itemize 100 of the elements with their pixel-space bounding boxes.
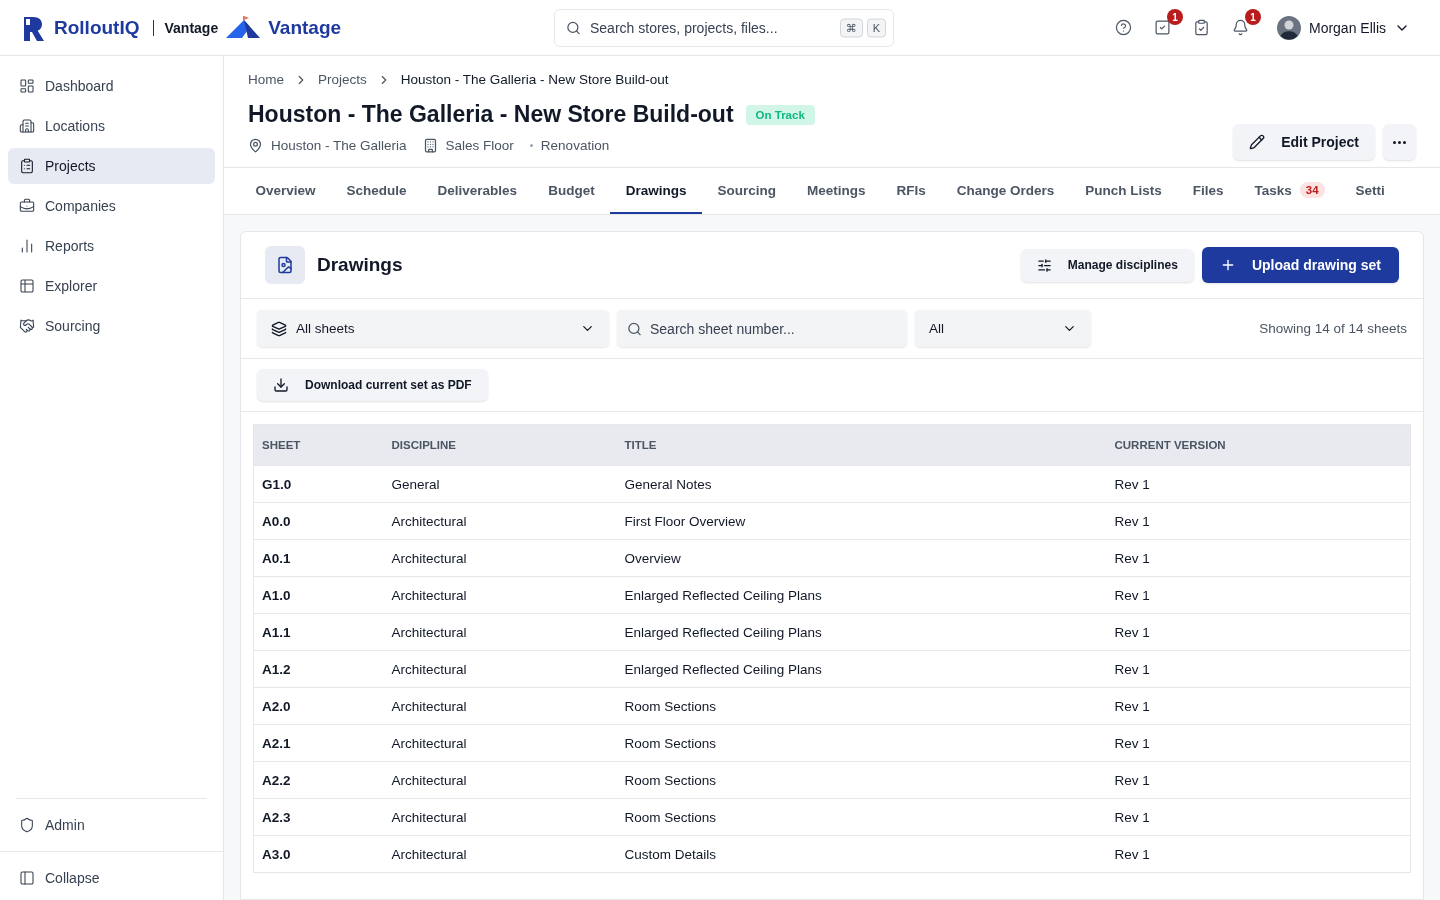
area-text: Sales Floor <box>445 138 514 153</box>
table-cell: First Floor Overview <box>616 502 1107 540</box>
table-cell: Rev 1 <box>1106 724 1411 762</box>
table-cell: Overview <box>616 539 1107 577</box>
table-cell: Rev 1 <box>1106 798 1411 836</box>
tab[interactable]: Change Orders <box>941 168 1070 214</box>
column-header: SHEET <box>253 424 384 466</box>
table-cell: A1.1 <box>253 613 384 651</box>
sidebar-item[interactable]: Explorer <box>8 268 215 304</box>
table-cell: Rev 1 <box>1106 502 1411 540</box>
tab[interactable]: Drawings <box>610 168 702 214</box>
avatar-icon <box>1276 15 1301 40</box>
pencil-icon <box>1249 134 1266 150</box>
table-cell: Architectural <box>383 576 617 614</box>
tab[interactable]: Deliverables <box>422 168 533 214</box>
table-cell: Architectural <box>383 761 617 799</box>
sheet-filter-dropdown[interactable]: All sheets <box>257 310 609 347</box>
tab[interactable]: Budget <box>532 168 611 214</box>
product-name: Vantage <box>153 19 219 36</box>
table-cell: A0.0 <box>253 502 384 540</box>
table-cell: General Notes <box>616 465 1107 503</box>
manage-disciplines-button[interactable]: Manage disciplines <box>1020 248 1194 282</box>
table-cell: A1.0 <box>253 576 384 614</box>
table-cell: Room Sections <box>616 761 1107 799</box>
bell-button[interactable] <box>1231 19 1249 36</box>
sidebar-item[interactable]: Projects <box>8 148 215 184</box>
card-title: Drawings <box>317 254 403 276</box>
separator-dot <box>529 144 533 147</box>
breadcrumb-link[interactable]: Projects <box>318 72 367 87</box>
building-icon <box>422 138 438 153</box>
table-cell: A2.0 <box>253 687 384 725</box>
sidebar-item[interactable]: Companies <box>8 188 215 224</box>
table-cell: Architectural <box>383 835 617 873</box>
handshake-icon <box>19 318 35 334</box>
sidebar-item[interactable]: Sourcing <box>8 308 215 344</box>
tab[interactable]: Tasks 34 <box>1239 168 1341 214</box>
table-cell: A0.1 <box>253 539 384 577</box>
mountain-logo-icon <box>226 15 261 40</box>
table-cell: Room Sections <box>616 724 1107 762</box>
tab[interactable]: Punch Lists <box>1069 168 1178 214</box>
logo-text: Vantage <box>268 16 342 39</box>
tab[interactable]: RFIs <box>880 168 942 214</box>
shield-icon <box>19 817 35 833</box>
clipboard-button[interactable] <box>1192 19 1210 36</box>
sidebar-item[interactable]: Reports <box>8 228 215 264</box>
table-cell: Rev 1 <box>1106 761 1411 799</box>
table-cell: Rev 1 <box>1106 687 1411 725</box>
sidebar-item[interactable]: Admin <box>8 807 215 843</box>
breadcrumb-link[interactable]: Houston - The Galleria - New Store Build-out <box>400 72 669 87</box>
column-header: CURRENT VERSION <box>1106 424 1411 466</box>
sheet-search-field[interactable]: Search sheet number... <box>617 310 907 347</box>
column-header: DISCIPLINE <box>383 424 617 466</box>
status-badge: On Track <box>745 104 815 125</box>
breadcrumb-link[interactable]: Home <box>248 72 284 87</box>
logo-text: RolloutIQ <box>54 16 140 39</box>
tasks-button[interactable] <box>1153 19 1171 36</box>
table-cell: Custom Details <box>616 835 1107 873</box>
tab[interactable]: Sourcing <box>701 168 792 214</box>
help-icon <box>1114 19 1132 36</box>
edit-project-button[interactable]: Edit Project <box>1233 124 1375 160</box>
table-cell: Architectural <box>383 613 617 651</box>
download-pdf-button[interactable]: Download current set as PDF <box>257 369 488 401</box>
tab[interactable]: Schedule <box>331 168 423 214</box>
table-cell: Rev 1 <box>1106 835 1411 873</box>
table-cell: Architectural <box>383 687 617 725</box>
table-cell: Architectural <box>383 539 617 577</box>
tab[interactable]: Meetings <box>791 168 881 214</box>
briefcase-icon <box>19 198 35 214</box>
table-cell: Architectural <box>383 650 617 688</box>
map-pin-icon <box>248 138 263 153</box>
search-icon <box>566 20 581 35</box>
clipboard-icon <box>1192 19 1210 36</box>
discipline-dropdown[interactable]: All <box>915 310 1091 347</box>
more-icon <box>1393 140 1406 144</box>
table-cell: Enlarged Reflected Ceiling Plans <box>616 613 1107 651</box>
download-icon <box>273 377 289 393</box>
table-cell: A2.2 <box>253 761 384 799</box>
table-cell: Enlarged Reflected Ceiling Plans <box>616 650 1107 688</box>
table-cell: Room Sections <box>616 798 1107 836</box>
table-cell: A1.2 <box>253 650 384 688</box>
sidebar-item[interactable]: Collapse <box>8 860 215 896</box>
checkbox-icon <box>1153 19 1171 36</box>
count-badge: 1 <box>1166 9 1183 25</box>
table-cell: Architectural <box>383 724 617 762</box>
count-badge: 1 <box>1244 9 1261 25</box>
table-cell: Rev 1 <box>1106 539 1411 577</box>
table-cell: Rev 1 <box>1106 576 1411 614</box>
table-cell: Architectural <box>383 798 617 836</box>
table-cell: A2.3 <box>253 798 384 836</box>
logo-icon <box>24 14 46 41</box>
user-menu[interactable]: Morgan Ellis <box>1270 14 1416 41</box>
sidebar-item[interactable]: Locations <box>8 108 215 144</box>
upload-button[interactable]: Upload drawing set <box>1201 247 1399 283</box>
tab[interactable]: Overview <box>240 168 332 214</box>
help-button[interactable] <box>1114 19 1132 36</box>
more-button[interactable] <box>1383 124 1416 160</box>
sidebar-item[interactable]: Dashboard <box>8 68 215 104</box>
sliders-icon <box>1036 257 1052 273</box>
tab[interactable]: Files <box>1177 168 1239 214</box>
tab[interactable]: Setti <box>1340 168 1401 214</box>
